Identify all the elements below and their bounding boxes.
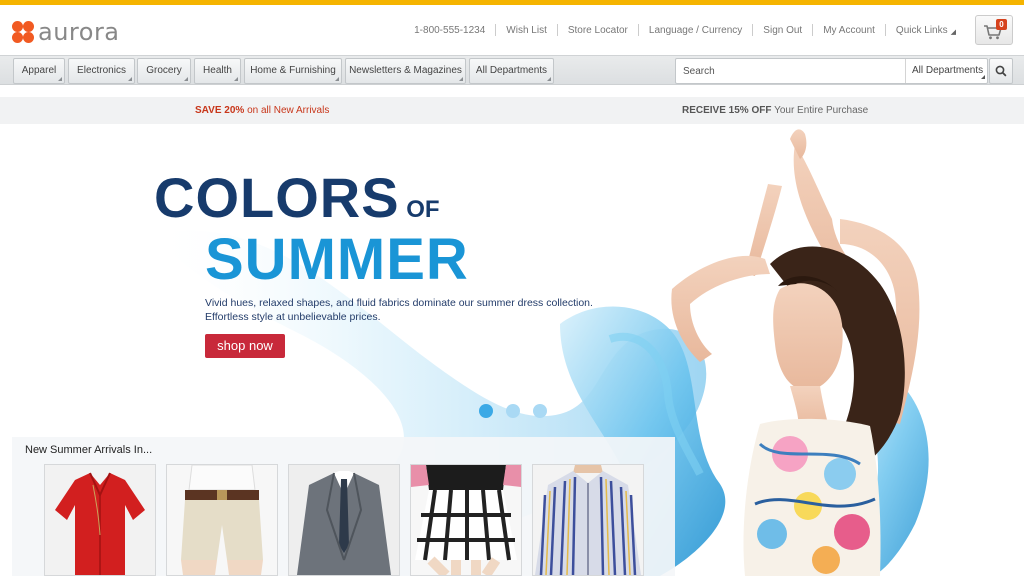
carousel-dot-1[interactable] — [479, 404, 493, 418]
nav-label: All Departments — [475, 65, 548, 76]
search-button[interactable] — [989, 58, 1013, 84]
promo-strong: SAVE 20% — [195, 105, 245, 116]
language-currency-link[interactable]: Language / Currency — [649, 25, 742, 36]
brand-logo[interactable]: aurora — [12, 18, 120, 46]
product-grey-suit[interactable] — [288, 464, 400, 576]
search-department-select[interactable]: All Departments — [905, 59, 988, 83]
nav-label: Apparel — [21, 65, 57, 76]
search-bar: All Departments — [675, 58, 988, 84]
promo-text: Your Entire Purchase — [771, 105, 869, 116]
site-header: aurora 1-800-555-1234 Wish List Store Lo… — [0, 5, 1024, 55]
brand-name: aurora — [38, 18, 120, 46]
nav-electronics[interactable]: Electronics — [68, 58, 135, 84]
headline-of: OF — [399, 196, 440, 223]
corner-caret-icon: ◢ — [950, 28, 956, 36]
nav-all-departments[interactable]: All Departments — [469, 58, 554, 84]
nav-label: Home & Furnishing — [250, 65, 336, 76]
corner-caret-icon — [58, 77, 62, 81]
corner-caret-icon — [547, 77, 551, 81]
carousel-dot-2[interactable] — [506, 404, 520, 418]
product-image — [411, 465, 521, 575]
divider — [884, 24, 886, 36]
divider — [752, 24, 754, 36]
hero-carousel: COLORS OF SUMMER Vivid hues, relaxed sha… — [0, 124, 1024, 576]
nav-label: Health — [203, 65, 232, 76]
promo-new-arrivals[interactable]: SAVE 20% on all New Arrivals — [195, 97, 329, 124]
product-image — [289, 465, 399, 575]
my-account-link[interactable]: My Account — [823, 25, 875, 36]
promo-banner: SAVE 20% on all New Arrivals RECEIVE 15%… — [0, 97, 1024, 124]
promo-text: on all New Arrivals — [244, 105, 330, 116]
corner-caret-icon — [335, 77, 339, 81]
nav-label: Grocery — [146, 65, 182, 76]
divider — [556, 24, 558, 36]
hero-headline-secondary: SUMMER — [205, 227, 469, 292]
new-arrivals-panel: New Summer Arrivals In... — [12, 437, 675, 576]
nav-health[interactable]: Health — [194, 58, 241, 84]
carousel-dots — [479, 404, 560, 418]
divider — [637, 24, 639, 36]
hero-description: Vivid hues, relaxed shapes, and fluid fa… — [205, 297, 593, 323]
aurora-logo-mark-icon — [12, 21, 34, 43]
nav-label: Newsletters & Magazines — [349, 65, 462, 76]
product-khaki-shorts[interactable] — [166, 464, 278, 576]
corner-caret-icon — [234, 77, 238, 81]
corner-caret-icon — [128, 77, 132, 81]
corner-caret-icon — [459, 77, 463, 81]
phone-number: 1-800-555-1234 — [414, 24, 486, 36]
quick-links-label: Quick Links — [895, 24, 948, 36]
promo-strong: RECEIVE 15% OFF — [682, 105, 772, 116]
nav-newsletters-magazines[interactable]: Newsletters & Magazines — [345, 58, 466, 84]
quick-links-menu[interactable]: Quick Links ◢ — [896, 25, 956, 36]
headline-main: COLORS — [154, 166, 400, 229]
shop-now-button[interactable]: shop now — [205, 334, 285, 358]
product-striped-shirt[interactable] — [532, 464, 644, 576]
corner-caret-icon — [184, 77, 188, 81]
product-plaid-skirt[interactable] — [410, 464, 522, 576]
cart-count-badge: 0 — [996, 19, 1007, 30]
divider — [495, 24, 497, 36]
arrivals-title: New Summer Arrivals In... — [25, 444, 153, 456]
store-locator-link[interactable]: Store Locator — [568, 25, 628, 36]
search-input[interactable] — [676, 59, 904, 83]
nav-apparel[interactable]: Apparel — [13, 58, 65, 84]
nav-home-furnishing[interactable]: Home & Furnishing — [244, 58, 342, 84]
search-icon — [995, 65, 1007, 77]
product-red-blouse[interactable] — [44, 464, 156, 576]
product-image — [167, 465, 277, 575]
sign-out-link[interactable]: Sign Out — [763, 25, 802, 36]
nav-grocery[interactable]: Grocery — [137, 58, 191, 84]
department-nav: Apparel Electronics Grocery Health Home … — [0, 55, 1024, 85]
product-image — [45, 465, 155, 575]
promo-entire-purchase[interactable]: RECEIVE 15% OFF Your Entire Purchase — [682, 97, 868, 124]
corner-caret-icon — [981, 75, 985, 79]
carousel-dot-3[interactable] — [533, 404, 547, 418]
cart-button[interactable]: 0 — [975, 15, 1013, 45]
product-image — [533, 465, 643, 575]
wish-list-link[interactable]: Wish List — [506, 25, 547, 36]
nav-label: Electronics — [77, 65, 126, 76]
search-department-value: All Departments — [912, 65, 984, 76]
utility-links: 1-800-555-1234 Wish List Store Locator L… — [414, 24, 956, 36]
divider — [812, 24, 814, 36]
